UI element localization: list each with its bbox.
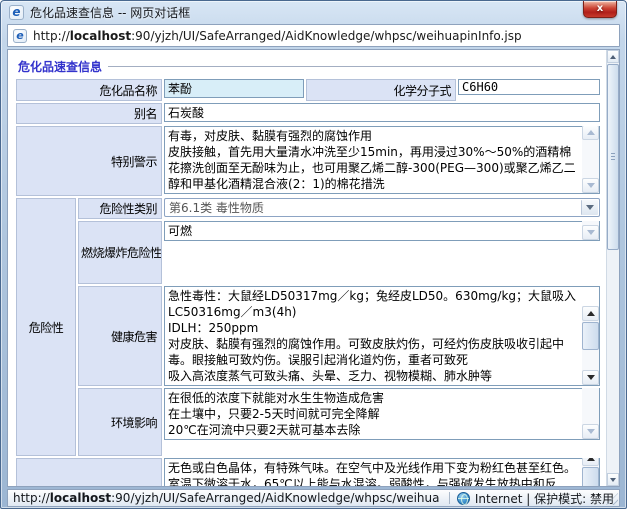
table-row: 特别警示 有毒，对皮肤、黏膜有强烈的腐蚀作用 皮肤接触，首先用大量清水冲洗至少1… (16, 126, 600, 196)
chemical-name-label: 危化品名称 (16, 79, 162, 101)
status-url: http://localhost:90/yjzh/UI/SafeArranged… (13, 491, 439, 505)
scroll-up-icon[interactable] (607, 50, 619, 63)
ie-icon: e (13, 29, 27, 43)
close-icon: x (597, 4, 603, 14)
formula-input[interactable]: C6H60 (458, 79, 600, 95)
dialog-window: e 危化品速查信息 -- 网页对话框 x e http://localhost:… (0, 0, 627, 509)
special-warning-textarea[interactable]: 有毒，对皮肤、黏膜有强烈的腐蚀作用 皮肤接触，首先用大量清水冲洗至少15min，… (164, 126, 600, 194)
textarea-scrollbar[interactable] (582, 221, 599, 240)
health-hazard-textarea[interactable]: 急性毒性：大鼠经LD50317mg／kg；兔经皮LD50。630mg/kg；大鼠… (164, 286, 600, 386)
scroll-down-icon[interactable] (582, 225, 599, 240)
table-row: 危化品名称 苯酚 化学分子式 C6H60 (16, 79, 600, 101)
chemical-name-input[interactable]: 苯酚 (164, 79, 304, 98)
close-button[interactable]: x (583, 1, 617, 18)
title-bar: e 危化品速查信息 -- 网页对话框 x (1, 1, 626, 23)
textarea-scrollbar[interactable] (582, 126, 599, 193)
environment-textarea[interactable]: 在很低的浓度下就能对水生生物造成危害 在土壤中，只要2-5天时间就可完全降解 2… (164, 388, 600, 440)
table-row: 别名 石炭酸 (16, 103, 600, 124)
vertical-scrollbar[interactable] (606, 50, 619, 486)
section-divider (108, 66, 602, 67)
physchem-textarea[interactable]: 无色或白色晶体，有特殊气味。在空气中及光线作用下变为粉红色甚至红色。室温下微溶于… (164, 458, 600, 486)
scrollbar-thumb[interactable] (607, 64, 619, 250)
table-row: 环境影响 在很低的浓度下就能对水生生物造成危害 在土壤中，只要2-5天时间就可完… (16, 388, 600, 456)
chemical-info-table: 危化品名称 苯酚 化学分子式 C6H60 别名 石炭酸 特别 (14, 77, 602, 486)
security-zone-text: Internet | 保护模式: 禁用 (475, 490, 614, 507)
scroll-down-icon[interactable] (582, 424, 599, 439)
alias-label: 别名 (16, 103, 162, 124)
hazard-group-label: 危险性 (16, 198, 76, 456)
scroll-down-icon[interactable] (607, 473, 619, 486)
dialog-content: 危化品速查信息 危化品名称 苯酚 化学分子式 C6H60 (7, 49, 620, 487)
section-header: 危化品速查信息 (18, 58, 602, 74)
health-hazard-label: 健康危害 (78, 286, 162, 386)
formula-label: 化学分子式 (306, 79, 456, 101)
table-row: 健康危害 急性毒性：大鼠经LD50317mg／kg；兔经皮LD50。630mg/… (16, 286, 600, 386)
address-url: http://localhost:90/yjzh/UI/SafeArranged… (33, 29, 522, 43)
chevron-down-icon[interactable] (581, 200, 598, 215)
scroll-up-icon[interactable] (582, 458, 599, 466)
scroll-down-icon[interactable] (582, 370, 599, 385)
scrollbar-thumb[interactable] (582, 322, 599, 350)
window-title: 危化品速查信息 -- 网页对话框 (30, 4, 190, 21)
textarea-scrollbar[interactable] (582, 458, 599, 486)
scrollbar-thumb[interactable] (582, 467, 599, 486)
special-warning-label: 特别警示 (16, 126, 162, 196)
ie-icon: e (9, 5, 24, 20)
scroll-up-icon[interactable] (582, 126, 599, 140)
combustion-label: 燃烧爆炸危险性 (78, 221, 162, 284)
status-divider (449, 492, 450, 504)
status-bar: http://localhost:90/yjzh/UI/SafeArranged… (7, 489, 620, 507)
page-area: 危化品速查信息 危化品名称 苯酚 化学分子式 C6H60 (8, 50, 606, 486)
scroll-up-icon[interactable] (582, 306, 599, 321)
table-row: 燃烧爆炸危险性 可燃 (16, 221, 600, 284)
combustion-textarea[interactable]: 可燃 (164, 221, 600, 241)
environment-label: 环境影响 (78, 388, 162, 456)
textarea-scrollbar[interactable] (582, 388, 599, 439)
hazard-class-select[interactable]: 第6.1类 毒性物质 (164, 198, 600, 217)
physchem-label: 理化特性 (16, 458, 162, 486)
table-row: 理化特性 无色或白色晶体，有特殊气味。在空气中及光线作用下变为粉红色甚至红色。室… (16, 458, 600, 486)
page-title: 危化品速查信息 (18, 58, 102, 75)
globe-icon (457, 492, 470, 505)
table-row: 危险性 危险性类别 第6.1类 毒性物质 (16, 198, 600, 219)
hazard-class-value: 第6.1类 毒性物质 (169, 199, 264, 216)
textarea-scrollbar[interactable] (582, 306, 599, 385)
address-bar[interactable]: e http://localhost:90/yjzh/UI/SafeArrang… (7, 24, 620, 47)
alias-input[interactable]: 石炭酸 (164, 103, 600, 122)
scroll-down-icon[interactable] (582, 178, 599, 193)
hazard-class-label: 危险性类别 (78, 198, 162, 219)
